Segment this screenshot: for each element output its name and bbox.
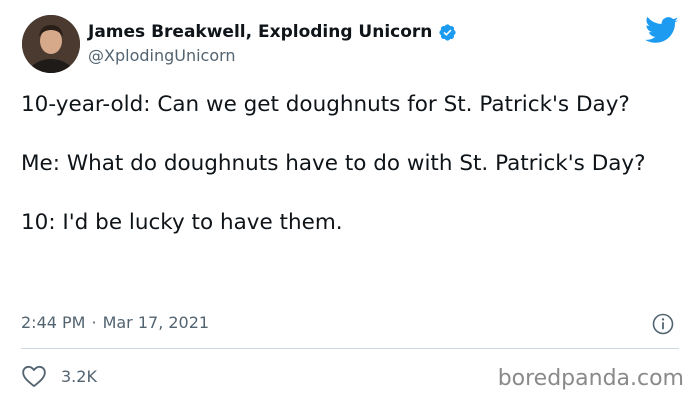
tweet-date: Mar 17, 2021	[102, 313, 210, 332]
heart-icon	[22, 365, 46, 387]
tweet-paragraph: 10-year-old: Can we get doughnuts for St…	[21, 92, 630, 117]
timestamp-separator: ·	[91, 313, 97, 332]
like-count: 3.2K	[61, 366, 97, 386]
tweet-paragraph: Me: What do doughnuts have to do with St…	[21, 151, 646, 176]
like-button[interactable]: 3.2K	[21, 364, 97, 388]
verified-badge-icon	[439, 23, 457, 41]
tweet-paragraph: 10: I'd be lucky to have them.	[21, 210, 343, 235]
display-name[interactable]: James Breakwell, Exploding Unicorn	[88, 22, 432, 42]
name-row: James Breakwell, Exploding Unicorn	[88, 20, 457, 44]
info-icon[interactable]	[651, 312, 675, 336]
twitter-bird-icon[interactable]	[645, 16, 679, 46]
tweet-card: James Breakwell, Exploding Unicorn @Xplo…	[0, 0, 700, 402]
tweet-text: 10-year-old: Can we get doughnuts for St…	[21, 90, 681, 238]
avatar[interactable]	[22, 15, 80, 73]
avatar-portrait-icon	[22, 15, 80, 73]
tweet-timestamp[interactable]: 2:44 PM · Mar 17, 2021	[21, 313, 209, 332]
tweet-time: 2:44 PM	[21, 313, 86, 332]
divider	[21, 348, 679, 349]
author-handle[interactable]: @XplodingUnicorn	[88, 46, 236, 65]
watermark: boredpanda.com	[497, 366, 684, 391]
